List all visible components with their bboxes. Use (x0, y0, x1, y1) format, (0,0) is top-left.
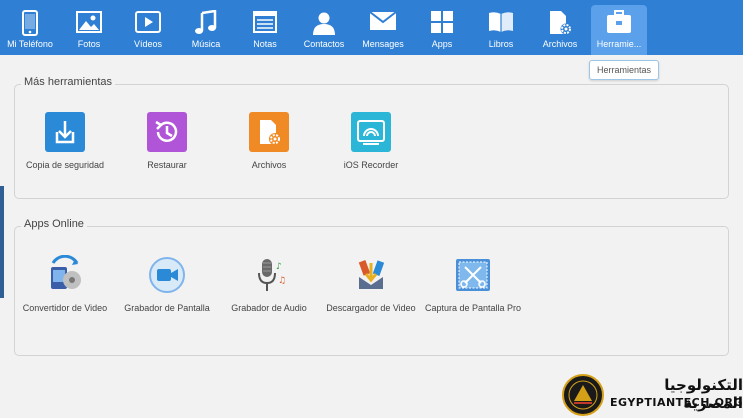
app-descargador-de-video[interactable]: Descargador de Video (321, 255, 421, 316)
tool-ios-recorder[interactable]: iOS Recorder (321, 112, 421, 173)
edge-accent-bar (0, 186, 4, 298)
app-grabador-de-audio[interactable]: ♪ ♫ Grabador de Audio (219, 255, 319, 316)
svg-text:♪: ♪ (276, 262, 282, 272)
top-nav-bar: Mi Teléfono Fotos Vídeos Música Notas Co… (0, 0, 743, 55)
video-downloader-icon (351, 255, 391, 295)
nav-fotos[interactable]: Fotos (60, 0, 118, 55)
app-grabador-de-pantalla[interactable]: Grabador de Pantalla (117, 255, 217, 316)
online-apps-panel: Apps Online Convertidor de Video Grabado… (14, 218, 729, 356)
tool-label: iOS Recorder (343, 160, 399, 170)
app-label: Descargador de Video (326, 303, 416, 313)
tool-archivos[interactable]: Archivos (219, 112, 319, 173)
nav-label: Archivos (542, 39, 578, 49)
file-gear-icon (550, 11, 572, 35)
contacts-icon (313, 12, 335, 35)
music-icon (195, 10, 217, 34)
nav-notas[interactable]: Notas (236, 0, 294, 55)
svg-text:♫: ♫ (278, 276, 286, 286)
watermark-latin-text: EGYPTIANTECH.ORG (610, 396, 743, 409)
app-convertidor-de-video[interactable]: Convertidor de Video (15, 255, 115, 316)
files-icon (249, 112, 289, 152)
nav-label: Mensages (362, 39, 404, 49)
app-label: Grabador de Pantalla (124, 303, 210, 313)
app-label: Grabador de Audio (231, 303, 307, 313)
notes-icon (253, 11, 277, 33)
nav-label: Fotos (77, 39, 101, 49)
nav-label: Notas (253, 39, 277, 49)
tooltip: Herramientas (589, 60, 659, 80)
screenshot-pro-icon (453, 255, 493, 295)
panel-title: Apps Online (21, 218, 87, 230)
nav-mensages[interactable]: Mensages (354, 0, 412, 55)
nav-label: Contactos (303, 39, 345, 49)
book-icon (489, 12, 513, 32)
tools-panel: Más herramientas Copia de seguridad Rest… (14, 76, 729, 199)
panel-title: Más herramientas (21, 76, 116, 88)
backup-icon (45, 112, 85, 152)
nav-videos[interactable]: Vídeos (119, 0, 177, 55)
app-label: Convertidor de Video (22, 303, 108, 313)
video-icon (135, 11, 161, 33)
tool-label: Archivos (251, 160, 287, 170)
tool-label: Copia de seguridad (25, 160, 105, 170)
nav-label: Música (191, 39, 221, 49)
nav-musica[interactable]: Música (177, 0, 235, 55)
nav-herramientas[interactable]: Herramie... (591, 5, 647, 55)
nav-label: Mi Teléfono (7, 39, 53, 49)
tool-copia-de-seguridad[interactable]: Copia de seguridad (15, 112, 115, 173)
ios-recorder-icon (351, 112, 391, 152)
envelope-icon (369, 11, 397, 30)
nav-label: Libros (488, 39, 514, 49)
screen-recorder-icon (147, 255, 187, 295)
app-captura-de-pantalla-pro[interactable]: Captura de Pantalla Pro (423, 255, 523, 316)
nav-archivos[interactable]: Archivos (531, 0, 589, 55)
nav-label: Herramie... (596, 39, 642, 49)
tool-restaurar[interactable]: Restaurar (117, 112, 217, 173)
audio-recorder-icon: ♪ ♫ (249, 255, 289, 295)
nav-contactos[interactable]: Contactos (295, 0, 353, 55)
nav-mi-telefono[interactable]: Mi Teléfono (1, 0, 59, 55)
egyptiantech-seal-icon (562, 374, 604, 416)
phone-icon (22, 10, 38, 36)
apps-grid-icon (431, 11, 453, 33)
video-converter-icon (45, 255, 85, 295)
nav-apps[interactable]: Apps (413, 0, 471, 55)
nav-libros[interactable]: Libros (472, 0, 530, 55)
restore-icon (147, 112, 187, 152)
watermark-logo: التكنولوجيا المصرية EGYPTIANTECH.ORG (562, 374, 743, 418)
nav-label: Vídeos (133, 39, 163, 49)
toolbox-icon (607, 10, 631, 33)
tool-label: Restaurar (147, 160, 187, 170)
photos-icon (76, 11, 102, 33)
nav-label: Apps (431, 39, 453, 49)
app-label: Captura de Pantalla Pro (424, 303, 522, 313)
